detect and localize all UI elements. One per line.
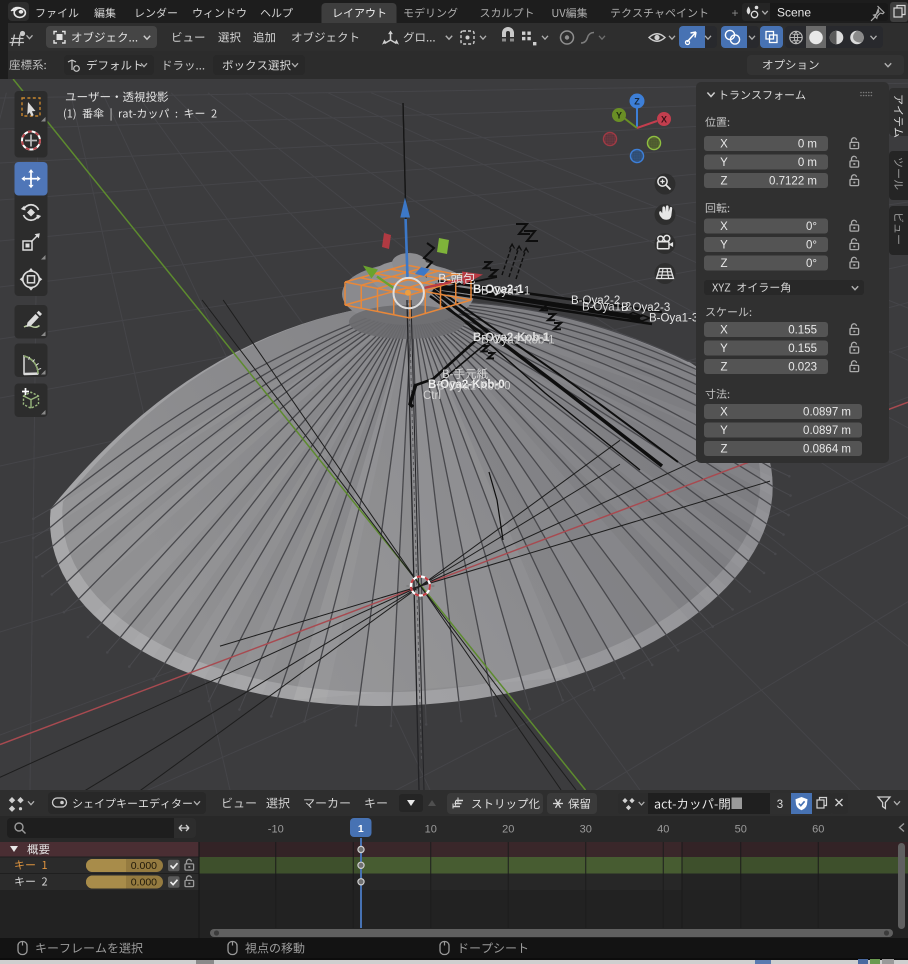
svg-text:X: X <box>720 407 728 419</box>
svg-text:B-Oya1-2: B-Oya1-2 <box>582 302 631 314</box>
svg-text:B-Oya1-1: B-Oya1-1 <box>481 286 530 298</box>
svg-text:X: X <box>720 221 728 233</box>
svg-text:0.000: 0.000 <box>131 877 157 889</box>
svg-text:X: X <box>720 139 728 151</box>
svg-text:Y: Y <box>720 157 728 169</box>
svg-text:X: X <box>661 115 667 125</box>
svg-text:Scene: Scene <box>777 6 811 20</box>
svg-text:Z: Z <box>720 176 727 188</box>
svg-text:30: 30 <box>580 824 592 836</box>
svg-text:+: + <box>731 6 738 20</box>
svg-text:60: 60 <box>812 824 824 836</box>
svg-text:Z: Z <box>720 258 727 270</box>
svg-text:50: 50 <box>735 824 747 836</box>
svg-text:B-Oya1-3: B-Oya1-3 <box>649 313 698 325</box>
svg-text:Y: Y <box>616 111 622 121</box>
svg-text:0.0864 m: 0.0864 m <box>803 444 851 456</box>
svg-text:0 m: 0 m <box>798 139 817 151</box>
svg-text:40: 40 <box>657 824 669 836</box>
svg-text:0.000: 0.000 <box>131 860 157 872</box>
svg-text:0.0897 m: 0.0897 m <box>803 407 851 419</box>
svg-text:Y: Y <box>720 425 728 437</box>
svg-text:0.7122 m: 0.7122 m <box>769 176 817 188</box>
svg-text:0°: 0° <box>806 221 817 233</box>
svg-text:Ctrl: Ctrl <box>423 390 441 402</box>
svg-text:0°: 0° <box>806 240 817 252</box>
svg-text:0°: 0° <box>806 258 817 270</box>
svg-text:0.0897 m: 0.0897 m <box>803 425 851 437</box>
svg-text:Y: Y <box>720 240 728 252</box>
svg-text:0.023: 0.023 <box>788 362 817 374</box>
svg-text:1: 1 <box>358 823 364 835</box>
svg-text:X: X <box>720 325 728 337</box>
svg-text:0.155: 0.155 <box>788 343 817 355</box>
svg-text:3: 3 <box>777 799 783 811</box>
svg-text:10: 10 <box>425 824 437 836</box>
svg-text:-10: -10 <box>268 824 284 836</box>
svg-text:Y: Y <box>720 343 728 355</box>
svg-text:20: 20 <box>502 824 514 836</box>
svg-text:Z: Z <box>720 362 727 374</box>
svg-text:B-Oya1-Kob-0: B-Oya1-Kob-0 <box>437 381 511 393</box>
svg-text:0 m: 0 m <box>798 157 817 169</box>
svg-text:B-Oya1-Kob-1: B-Oya1-Kob-1 <box>481 335 555 347</box>
svg-text:Z: Z <box>720 444 727 456</box>
svg-text:0.155: 0.155 <box>788 325 817 337</box>
svg-text:Z: Z <box>634 97 640 107</box>
